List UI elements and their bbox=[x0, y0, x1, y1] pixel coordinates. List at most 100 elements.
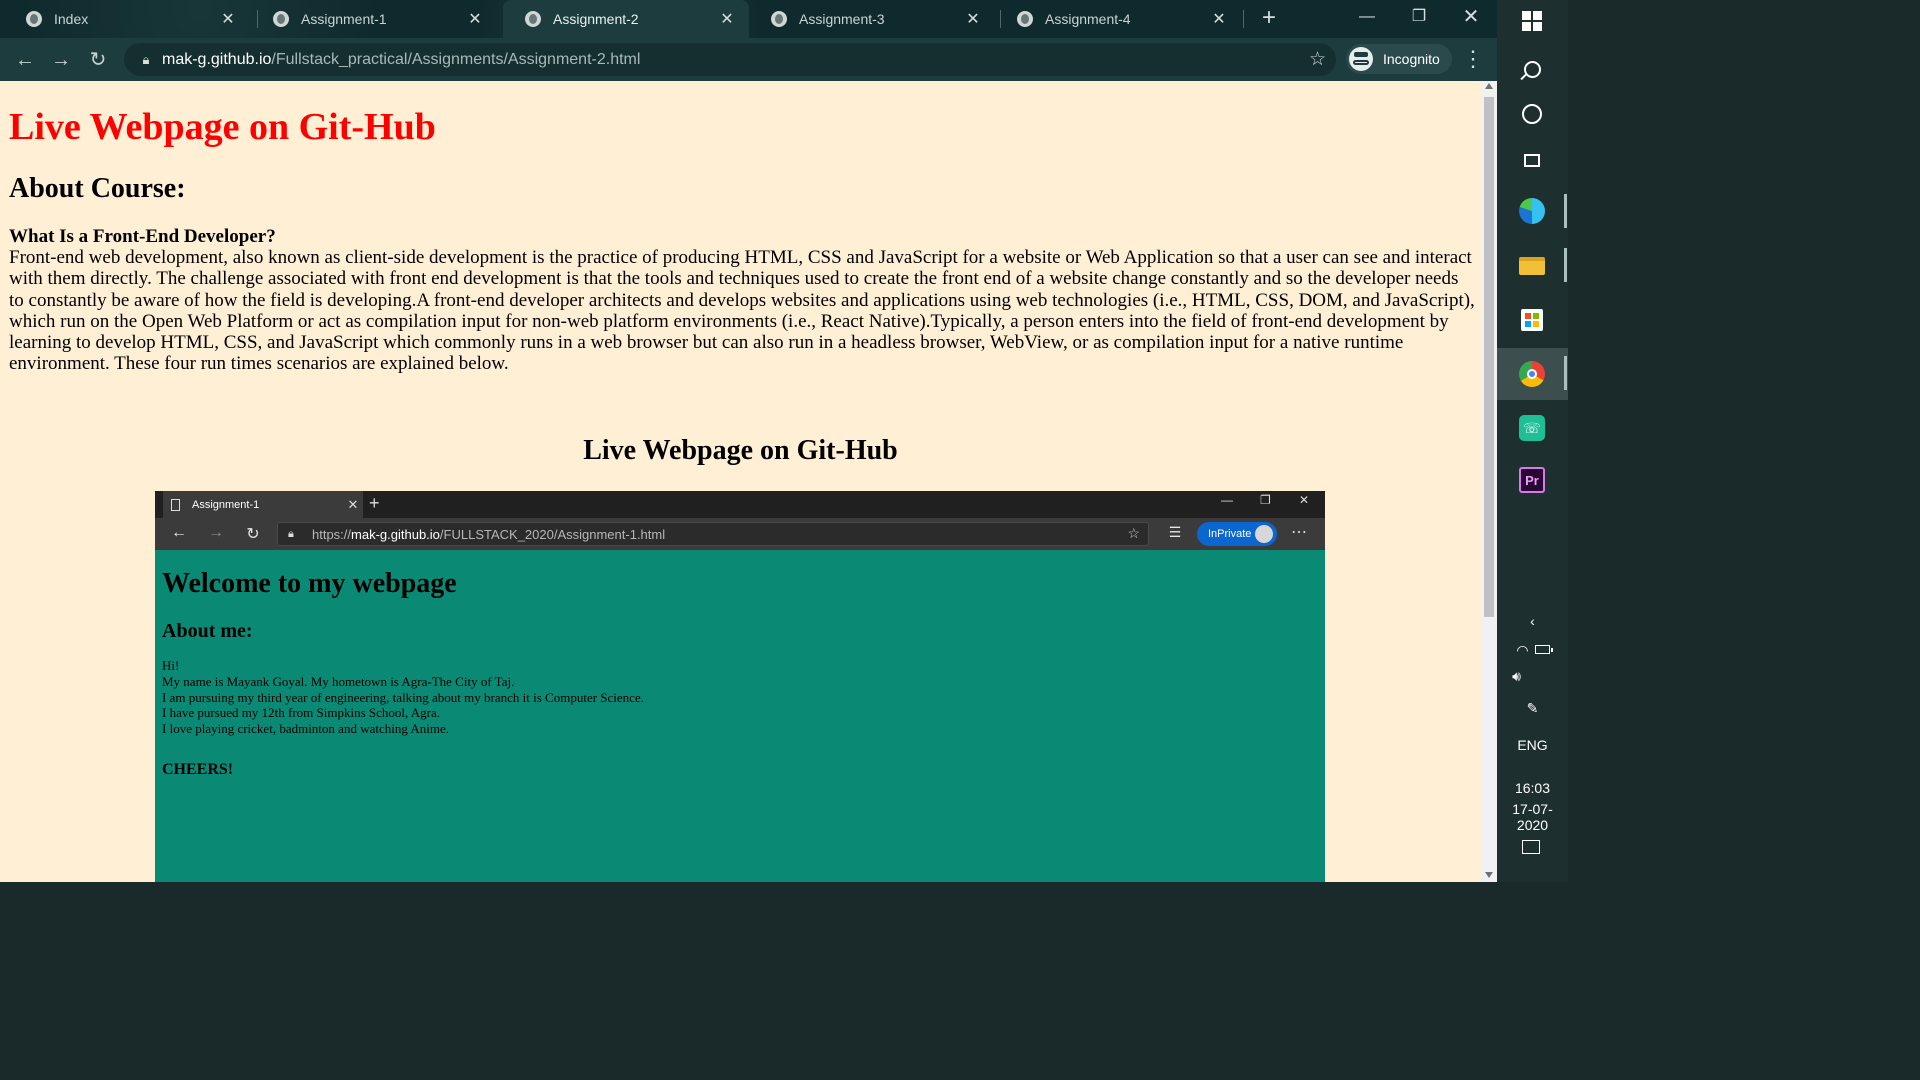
plus-icon: + bbox=[369, 493, 380, 513]
search-icon[interactable] bbox=[1517, 54, 1547, 84]
clock-time[interactable]: 16:03 bbox=[1497, 780, 1568, 796]
globe-icon bbox=[1017, 11, 1033, 27]
embedded-tab: Assignment-1 ✕ bbox=[163, 491, 363, 518]
about-line: Hi! bbox=[162, 658, 180, 673]
about-line: I have pursued my 12th from Simpkins Sch… bbox=[162, 705, 441, 721]
tab-strip: Index ✕ Assignment-1 ✕ Assignment-2 ✕ As… bbox=[0, 0, 1497, 38]
chevron-left-icon[interactable]: ‹ bbox=[1497, 613, 1568, 629]
section-heading: Live Webpage on Git-Hub bbox=[583, 435, 898, 466]
language-indicator[interactable]: ENG bbox=[1497, 737, 1568, 753]
volume-icon[interactable]: 🔊︎ bbox=[1481, 668, 1552, 685]
refresh-icon: ↻ bbox=[246, 526, 260, 543]
more-menu-icon[interactable]: ⋮ bbox=[1462, 46, 1484, 72]
url-scheme: https:// bbox=[312, 526, 352, 542]
url-path: /Fullstack_practical/Assignments/Assignm… bbox=[271, 50, 641, 68]
clock-date[interactable]: 17-07-2020 bbox=[1497, 801, 1568, 833]
task-view-icon[interactable] bbox=[1517, 145, 1547, 175]
tab-divider bbox=[1243, 10, 1244, 28]
lock-icon[interactable]: 🔒︎ bbox=[136, 52, 156, 68]
running-indicator bbox=[1564, 248, 1567, 282]
url-path: /FULLSTACK_2020/Assignment-1.html bbox=[439, 526, 666, 542]
body-paragraph: Front-end web development, also known as… bbox=[9, 247, 1475, 375]
premiere-icon[interactable]: Pr bbox=[1517, 465, 1547, 495]
notification-icon[interactable] bbox=[1522, 840, 1540, 854]
tab-label: Index bbox=[54, 11, 89, 27]
minimize-button[interactable]: — bbox=[1347, 4, 1387, 30]
page-title: Live Webpage on Git-Hub bbox=[9, 106, 436, 148]
embedded-address-bar: 🔒︎ https://mak-g.github.io/FULLSTACK_202… bbox=[277, 522, 1149, 546]
about-line: My name is Mayank Goyal. My hometown is … bbox=[162, 673, 515, 689]
incognito-profile-button[interactable]: Incognito bbox=[1346, 44, 1452, 74]
question-heading: What Is a Front-End Developer? bbox=[9, 226, 276, 247]
url-host: mak-g.github.io bbox=[162, 50, 272, 68]
close-icon[interactable]: ✕ bbox=[216, 9, 240, 29]
tab-assignment-1[interactable]: Assignment-1 ✕ bbox=[251, 0, 497, 38]
globe-icon bbox=[525, 11, 541, 27]
tab-assignment-2[interactable]: Assignment-2 ✕ bbox=[503, 0, 749, 38]
favorites-icon: ☰ bbox=[1168, 524, 1182, 540]
inprivate-label: InPrivate bbox=[1208, 528, 1252, 540]
document-icon bbox=[171, 498, 180, 511]
cortana-icon[interactable] bbox=[1517, 99, 1547, 129]
about-me-heading: About me: bbox=[162, 620, 253, 642]
chrome-icon[interactable] bbox=[1517, 359, 1547, 389]
windows-taskbar: ☏ Pr ‹ ◠ 🔊︎ ✎ ENG 16:03 17-07-2020 bbox=[1497, 0, 1568, 882]
restore-icon: ❐ bbox=[1260, 493, 1271, 507]
globe-icon bbox=[273, 11, 289, 27]
close-window-button[interactable]: ✕ bbox=[1451, 4, 1491, 30]
about-me-text: Hi! My name is Mayank Goyal. My hometown… bbox=[162, 658, 644, 737]
embedded-screenshot: Assignment-1 ✕ + — ❐ ✕ ← → ↻ 🔒︎ https://… bbox=[155, 491, 1325, 882]
forward-arrow-icon: → bbox=[208, 524, 224, 541]
running-indicator bbox=[1564, 194, 1567, 228]
close-icon[interactable]: ✕ bbox=[1207, 9, 1231, 29]
about-line: I love playing cricket, badminton and wa… bbox=[162, 721, 450, 737]
close-icon[interactable]: ✕ bbox=[961, 9, 985, 29]
embedded-toolbar: ← → ↻ 🔒︎ https://mak-g.github.io/FULLSTA… bbox=[155, 518, 1325, 550]
scroll-thumb[interactable] bbox=[1484, 97, 1494, 617]
browser-toolbar: ← → ↻ 🔒︎ mak-g.github.io/Fullstack_pract… bbox=[0, 38, 1497, 81]
new-tab-button[interactable]: + bbox=[1256, 6, 1282, 32]
address-bar[interactable]: 🔒︎ mak-g.github.io/Fullstack_practical/A… bbox=[124, 43, 1336, 76]
lock-icon: 🔒︎ bbox=[288, 527, 294, 540]
about-course-heading: About Course: bbox=[9, 173, 186, 204]
whatsapp-icon[interactable]: ☏ bbox=[1517, 413, 1547, 443]
battery-icon[interactable] bbox=[1535, 645, 1553, 654]
windows-start-icon[interactable] bbox=[1517, 6, 1547, 36]
tab-label: Assignment-2 bbox=[553, 11, 639, 27]
about-line: I am pursuing my third year of engineeri… bbox=[162, 689, 644, 705]
scroll-down-arrow-icon[interactable] bbox=[1485, 872, 1493, 878]
back-arrow-icon: ← bbox=[171, 524, 187, 541]
inprivate-badge: InPrivate bbox=[1197, 522, 1277, 546]
bookmark-star-icon[interactable]: ☆ bbox=[1309, 48, 1326, 71]
store-icon[interactable] bbox=[1517, 305, 1547, 335]
close-icon: ✕ bbox=[347, 496, 359, 512]
file-explorer-icon[interactable] bbox=[1517, 251, 1547, 281]
embedded-tab-label: Assignment-1 bbox=[192, 498, 260, 511]
page-viewport: Live Webpage on Git-Hub About Course: Wh… bbox=[0, 81, 1481, 882]
reload-icon[interactable]: ↻ bbox=[84, 46, 112, 74]
pen-icon[interactable]: ✎ bbox=[1497, 700, 1568, 717]
tab-assignment-3[interactable]: Assignment-3 ✕ bbox=[749, 0, 995, 38]
vertical-scrollbar[interactable] bbox=[1481, 81, 1497, 882]
tab-label: Assignment-1 bbox=[301, 11, 387, 27]
globe-icon bbox=[771, 11, 787, 27]
browser-window: Index ✕ Assignment-1 ✕ Assignment-2 ✕ As… bbox=[0, 0, 1497, 882]
cheers-text: CHEERS! bbox=[162, 761, 234, 778]
close-icon[interactable]: ✕ bbox=[715, 9, 739, 29]
incognito-icon bbox=[1349, 47, 1373, 71]
globe-icon bbox=[26, 11, 42, 27]
url-host: mak-g.github.io bbox=[351, 526, 440, 542]
edge-icon[interactable] bbox=[1517, 196, 1547, 226]
tab-index[interactable]: Index ✕ bbox=[4, 0, 250, 38]
incognito-label: Incognito bbox=[1383, 51, 1440, 67]
avatar-icon bbox=[1255, 525, 1273, 543]
forward-arrow-icon[interactable]: → bbox=[47, 46, 75, 74]
restore-button[interactable]: ❐ bbox=[1399, 4, 1439, 30]
scroll-up-arrow-icon[interactable] bbox=[1485, 83, 1493, 89]
star-icon: ☆ bbox=[1127, 525, 1140, 541]
tab-assignment-4[interactable]: Assignment-4 ✕ bbox=[995, 0, 1241, 38]
back-arrow-icon[interactable]: ← bbox=[11, 46, 39, 74]
running-indicator bbox=[1564, 356, 1567, 390]
close-icon[interactable]: ✕ bbox=[463, 9, 487, 29]
more-icon: ⋯ bbox=[1291, 524, 1307, 541]
